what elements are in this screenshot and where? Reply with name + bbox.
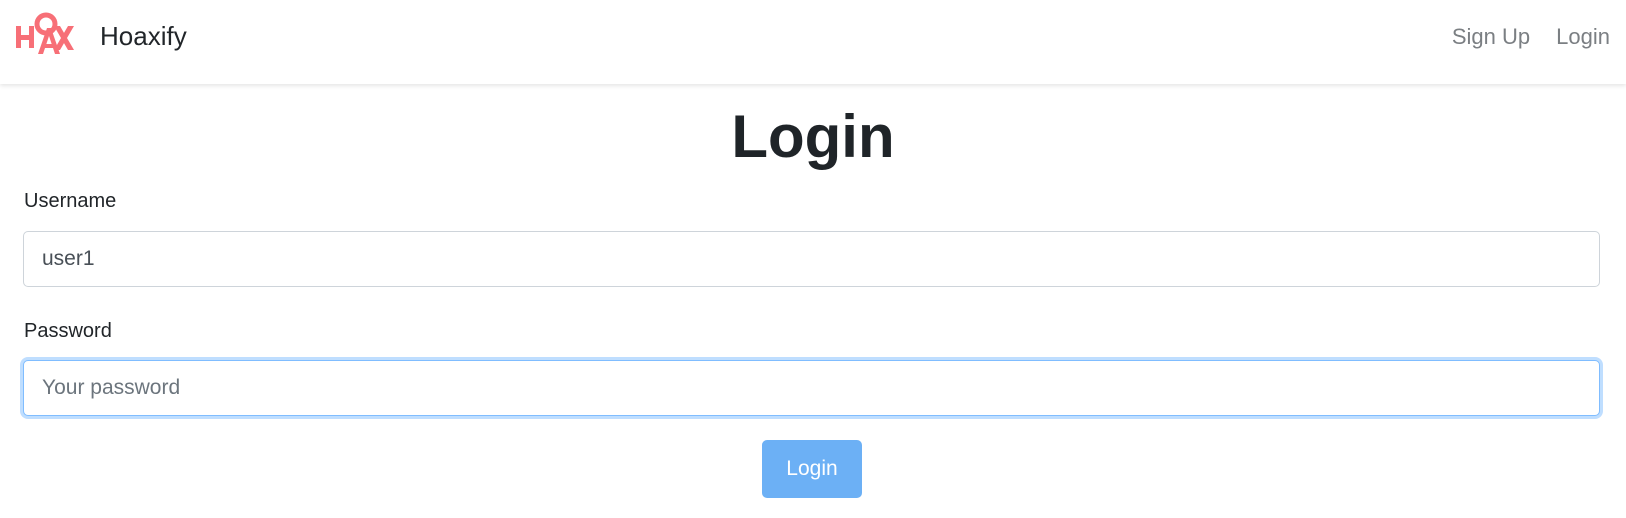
username-input[interactable] xyxy=(23,231,1600,287)
brand-name: Hoaxify xyxy=(100,21,187,51)
brand-link[interactable]: Hoaxify xyxy=(16,10,187,62)
password-label: Password xyxy=(24,320,112,342)
nav-links: Sign Up Login xyxy=(1452,22,1610,52)
login-button[interactable]: Login xyxy=(762,440,862,498)
password-input[interactable] xyxy=(23,360,1600,416)
login-link[interactable]: Login xyxy=(1556,22,1610,52)
signup-link[interactable]: Sign Up xyxy=(1452,22,1530,52)
username-label: Username xyxy=(24,190,117,212)
top-navbar: Hoaxify Sign Up Login xyxy=(0,0,1626,84)
page-title: Login xyxy=(731,103,895,170)
hoaxify-logo-icon xyxy=(16,12,74,54)
